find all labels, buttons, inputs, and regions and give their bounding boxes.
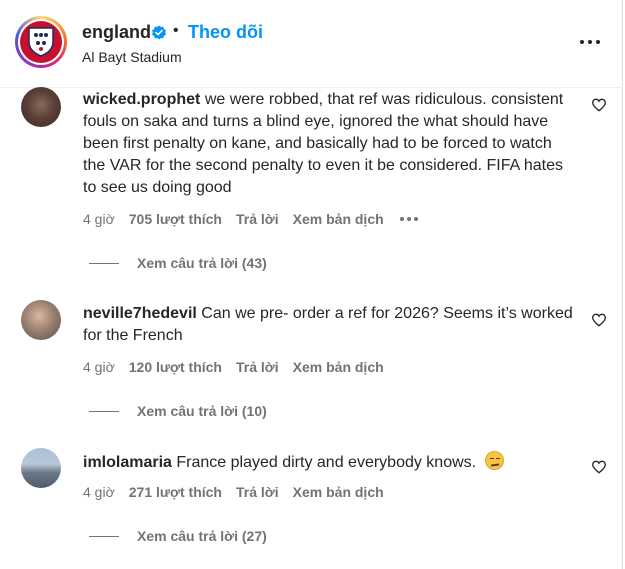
comment-meta: 4 giờ 120 lượt thích Trả lời Xem bản dịc… — [83, 359, 398, 375]
reply-button[interactable]: Trả lời — [236, 359, 279, 375]
like-heart-icon[interactable] — [591, 459, 607, 475]
view-replies-button[interactable]: Xem câu trả lời (27) — [89, 528, 267, 544]
post-location[interactable]: Al Bayt Stadium — [82, 49, 182, 65]
view-replies-label: Xem câu trả lời (10) — [137, 403, 267, 419]
replies-divider-line — [89, 535, 119, 537]
comment-meta: 4 giờ 271 lượt thích Trả lời Xem bản dịc… — [83, 484, 398, 500]
commenter-username[interactable]: imlolamaria — [83, 454, 172, 471]
commenter-avatar[interactable] — [21, 448, 61, 488]
see-translation-button[interactable]: Xem bản dịch — [293, 359, 384, 375]
verified-badge-icon — [152, 25, 166, 40]
comment-text: France played dirty and everybody knows. — [176, 454, 477, 471]
profile-avatar[interactable] — [15, 16, 67, 68]
see-translation-button[interactable]: Xem bản dịch — [293, 484, 384, 500]
comment-likes[interactable]: 271 lượt thích — [129, 484, 222, 500]
comment-time[interactable]: 4 giờ — [83, 484, 115, 500]
reply-button[interactable]: Trả lời — [236, 484, 279, 500]
see-translation-button[interactable]: Xem bản dịch — [293, 211, 384, 227]
comment-likes[interactable]: 705 lượt thích — [129, 211, 222, 227]
follow-button[interactable]: Theo dõi — [188, 22, 263, 43]
view-replies-button[interactable]: Xem câu trả lời (10) — [89, 403, 267, 419]
like-heart-icon[interactable] — [591, 312, 607, 328]
comment-likes[interactable]: 120 lượt thích — [129, 359, 222, 375]
unamused-face-emoji-icon — [484, 451, 504, 470]
comment-time[interactable]: 4 giờ — [83, 359, 115, 375]
commenter-username[interactable]: neville7hedevil — [83, 305, 197, 322]
reply-button[interactable]: Trả lời — [236, 211, 279, 227]
commenter-avatar[interactable] — [21, 87, 61, 127]
comment-text-block: imlolamaria France played dirty and ever… — [83, 451, 578, 474]
post-comments-panel: england • Theo dõi Al Bayt Stadium wicke… — [0, 0, 623, 569]
view-replies-button[interactable]: Xem câu trả lời (43) — [89, 255, 267, 271]
more-options-icon[interactable] — [580, 34, 604, 50]
comment-meta: 4 giờ 705 lượt thích Trả lời Xem bản dịc… — [83, 211, 418, 227]
view-replies-label: Xem câu trả lời (43) — [137, 255, 267, 271]
replies-divider-line — [89, 262, 119, 264]
post-header: england • Theo dõi Al Bayt Stadium — [0, 0, 623, 88]
view-replies-label: Xem câu trả lời (27) — [137, 528, 267, 544]
replies-divider-line — [89, 410, 119, 412]
comment-options-icon[interactable] — [399, 217, 418, 221]
separator-dot: • — [173, 22, 179, 39]
commenter-username[interactable]: wicked.prophet — [83, 91, 200, 108]
comment-time[interactable]: 4 giờ — [83, 211, 115, 227]
comment-text-block: neville7hedevil Can we pre- order a ref … — [83, 303, 578, 347]
post-author-username[interactable]: england — [82, 22, 151, 43]
like-heart-icon[interactable] — [591, 97, 607, 113]
comment-text-block: wicked.prophet we were robbed, that ref … — [83, 89, 578, 199]
england-crest-icon — [20, 21, 62, 63]
commenter-avatar[interactable] — [21, 300, 61, 340]
